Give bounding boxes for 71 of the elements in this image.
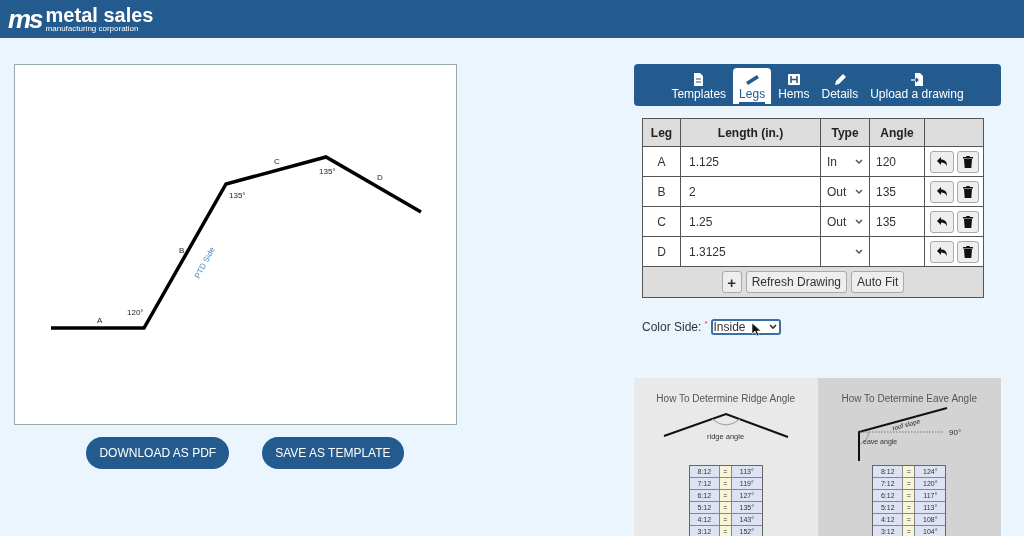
undo-arrow-icon [935,156,948,167]
action-button[interactable]: SAVE AS TEMPLATE [262,437,404,469]
leg-label: D [377,173,383,182]
type-select[interactable]: Out [821,177,870,206]
input-field[interactable]: 1.25 [681,207,821,236]
guide-title: How To Determine Ridge Angle [656,392,796,406]
type-select[interactable]: In [821,147,870,176]
undo-button[interactable] [929,210,954,233]
chevron-icon [855,158,863,165]
column-header: Angle [870,119,925,146]
trash-icon [962,155,973,168]
trash-icon [962,185,973,198]
cursor-icon [752,323,761,336]
type-select[interactable]: Out [821,207,870,236]
undo-arrow-icon [935,216,948,227]
guide-title: How To Determine Eave Angle [841,392,977,406]
chevron-icon [855,188,863,195]
angle-label: 135° [229,191,246,200]
angle-label: 135° [319,167,336,176]
undo-button[interactable] [929,150,954,173]
column-header: Length (in.) [681,119,821,146]
delete-button[interactable] [956,180,979,203]
side-label: PTD Side [192,245,217,280]
leg-label: B [179,246,185,255]
brand-tagline: manufacturing corporation [45,25,140,33]
undo-button[interactable] [929,240,954,263]
logo-mark: ms [8,6,42,32]
input-field[interactable]: 135 [870,177,925,206]
chevron-icon [855,218,863,225]
h-letter-icon [786,72,801,86]
required-mark: * [704,318,708,330]
delete-button[interactable] [956,240,979,263]
color-side-select[interactable]: Inside [710,319,781,335]
add-button[interactable]: + [721,271,742,293]
brand-name: metal sales [45,5,154,25]
input-field[interactable]: 1.125 [681,147,821,176]
leg-label: A [97,316,103,325]
delete-button[interactable] [956,150,979,173]
ruler-icon [745,72,760,86]
trash-icon [962,245,973,258]
file-arrow-icon [909,72,924,86]
tab[interactable]: Details [816,68,864,104]
table-cell: D [643,237,681,266]
toolbar-button[interactable]: Refresh Drawing [745,271,847,293]
angle-label: 120° [127,308,144,317]
toolbar-button[interactable]: Auto Fit [851,271,905,293]
table-cell: C [643,207,681,236]
action-button[interactable]: DOWNLOAD AS PDF [86,437,230,469]
trash-icon [962,215,973,228]
input-field[interactable]: 135 [870,207,925,236]
input-field[interactable]: 120 [870,147,925,176]
column-header: Leg [643,119,681,146]
input-field[interactable]: 1.3125 [681,237,821,266]
undo-arrow-icon [935,186,948,197]
chevron-icon [768,324,777,330]
undo-arrow-icon [935,246,948,257]
tab[interactable]: Hems [773,68,815,104]
table-cell: B [643,177,681,206]
tab[interactable]: Legs [733,68,772,104]
column-header: Type [821,119,870,146]
pencil-icon [832,72,847,86]
tab[interactable]: Upload a drawing [865,68,969,104]
delete-button[interactable] [956,210,979,233]
table-cell: A [643,147,681,176]
color-side-label: Color Side: [642,319,702,336]
leg-label: C [274,157,280,166]
chevron-icon [855,248,863,255]
undo-button[interactable] [929,180,954,203]
tab[interactable]: Templates [666,68,732,104]
file-icon [691,72,706,86]
input-field[interactable]: 2 [681,177,821,206]
